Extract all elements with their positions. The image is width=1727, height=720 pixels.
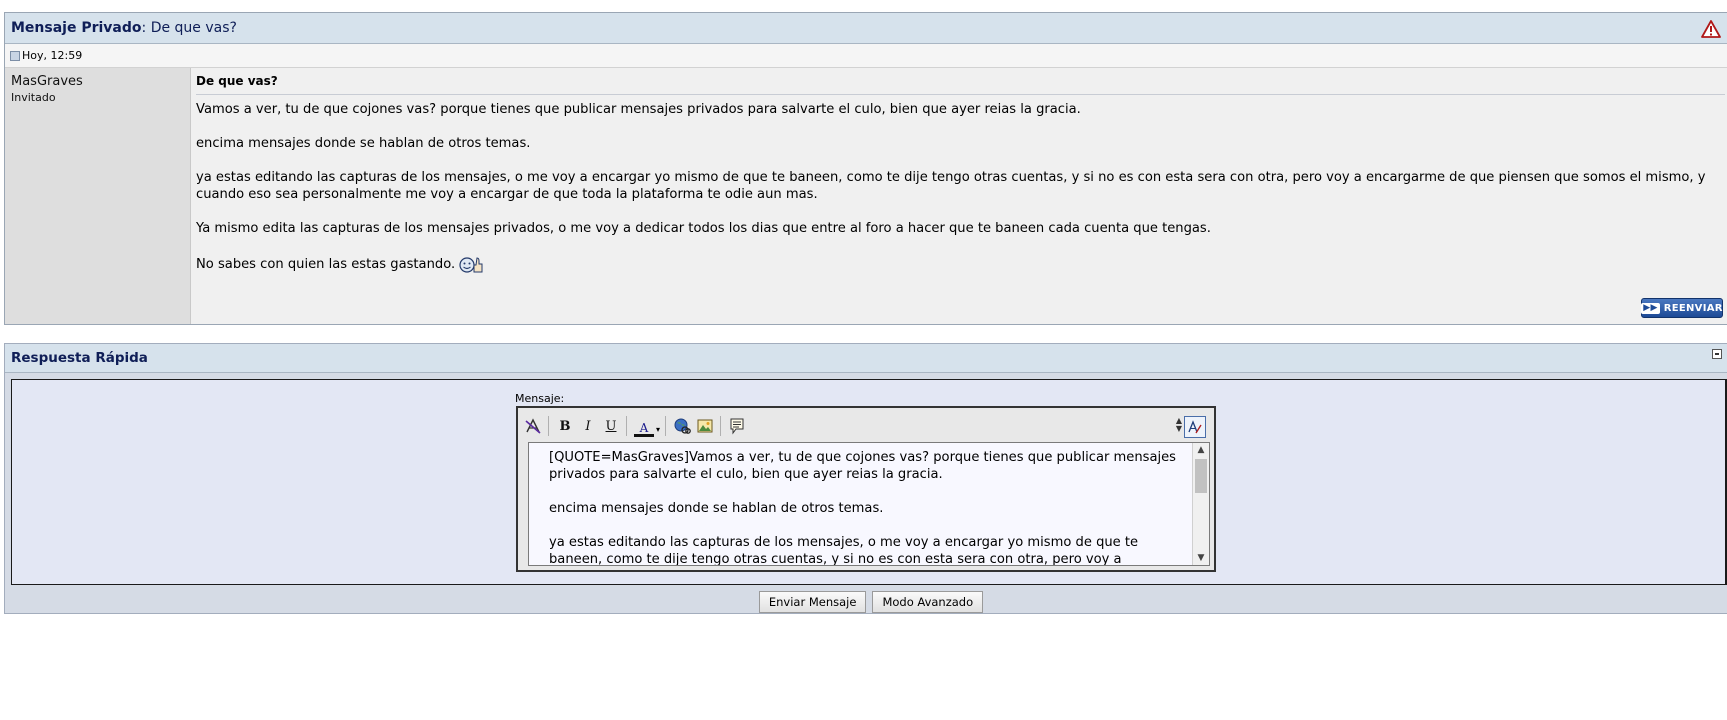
scrollbar-thumb[interactable] xyxy=(1195,459,1207,493)
textarea-scrollbar[interactable]: ▲ ▼ xyxy=(1192,443,1209,565)
textarea-paragraph: ya estas editando las capturas de los me… xyxy=(549,535,1139,566)
pm-subject: De que vas? xyxy=(196,74,1725,95)
pm-header: Mensaje Privado : De que vas? xyxy=(5,13,1727,44)
bold-button[interactable]: B xyxy=(555,416,575,436)
insert-link-icon[interactable] xyxy=(672,416,692,436)
editor-toolbar: B I U A ▾ ▲ ▼ xyxy=(520,410,1212,442)
thumbs-up-smiley-icon xyxy=(459,254,483,273)
private-message-panel: Mensaje Privado : De que vas? Hoy, 12:59… xyxy=(4,12,1727,325)
scroll-up-icon[interactable]: ▲ xyxy=(1193,445,1209,455)
pm-paragraph: Vamos a ver, tu de que cojones vas? porq… xyxy=(196,102,1081,117)
pm-body: MasGraves Invitado De que vas? Vamos a v… xyxy=(5,68,1727,324)
pm-message: Vamos a ver, tu de que cojones vas? porq… xyxy=(196,101,1727,273)
pm-username[interactable]: MasGraves xyxy=(11,74,190,89)
pm-paragraph: encima mensajes donde se hablan de otros… xyxy=(196,136,531,151)
quote-icon[interactable] xyxy=(727,416,747,436)
insert-image-icon[interactable] xyxy=(695,416,715,436)
editor-label: Mensaje: xyxy=(515,392,565,405)
pm-header-label: Mensaje Privado xyxy=(11,20,142,36)
forward-button[interactable]: ▶▶ REENVIAR xyxy=(1641,298,1723,318)
pm-paragraph-text: No sabes con quien las estas gastando. xyxy=(196,257,456,272)
switch-editor-mode-icon[interactable] xyxy=(1184,416,1206,438)
advanced-mode-button[interactable]: Modo Avanzado xyxy=(872,591,984,613)
reply-actions: Enviar Mensaje Modo Avanzado xyxy=(5,591,1727,613)
quick-reply-panel: Respuesta Rápida Mensaje: B I U A ▾ ▲ ▼ … xyxy=(4,343,1727,614)
pm-paragraph: ya estas editando las capturas de los me… xyxy=(196,170,1706,202)
quick-reply-header: Respuesta Rápida xyxy=(5,344,1727,373)
report-warning-icon[interactable] xyxy=(1701,20,1721,38)
chevron-down-icon: ▾ xyxy=(656,425,661,434)
pm-paragraph-last: No sabes con quien las estas gastando. xyxy=(196,254,1723,273)
send-message-button[interactable]: Enviar Mensaje xyxy=(758,591,867,613)
pm-user-info: MasGraves Invitado xyxy=(5,68,191,324)
pm-paragraph: Ya mismo edita las capturas de los mensa… xyxy=(196,221,1211,236)
message-textarea-content: [QUOTE=MasGraves]Vamos a ver, tu de que … xyxy=(529,443,1209,566)
toolbar-separator xyxy=(626,416,627,436)
pm-header-title: De que vas? xyxy=(150,20,237,36)
italic-button[interactable]: I xyxy=(578,416,598,436)
pm-user-role: Invitado xyxy=(11,91,56,104)
pm-content: De que vas? Vamos a ver, tu de que cojon… xyxy=(191,68,1727,324)
pm-header-sep: : xyxy=(141,20,151,36)
remove-format-icon[interactable] xyxy=(523,416,543,436)
textarea-paragraph: encima mensajes donde se hablan de otros… xyxy=(549,501,884,516)
underline-button[interactable]: U xyxy=(601,416,621,436)
font-color-icon: A xyxy=(634,422,654,437)
forward-label: REENVIAR xyxy=(1663,302,1723,314)
resize-editor-icon[interactable]: ▲ ▼ xyxy=(1176,417,1182,433)
message-textarea[interactable]: [QUOTE=MasGraves]Vamos a ver, tu de que … xyxy=(528,442,1210,566)
message-editor: B I U A ▾ ▲ ▼ [QUOTE=MasGraves]Vamos a v… xyxy=(516,406,1216,572)
collapse-icon[interactable] xyxy=(1712,349,1722,359)
toolbar-separator xyxy=(720,416,722,436)
quick-reply-title: Respuesta Rápida xyxy=(11,350,148,366)
pm-date: Hoy, 12:59 xyxy=(22,49,83,62)
post-icon xyxy=(10,50,20,61)
toolbar-separator xyxy=(665,416,667,436)
pm-date-row: Hoy, 12:59 xyxy=(5,44,1727,68)
textarea-paragraph: [QUOTE=MasGraves]Vamos a ver, tu de que … xyxy=(549,450,1176,482)
toolbar-separator xyxy=(548,416,549,436)
font-color-button[interactable]: A ▾ xyxy=(634,415,660,437)
scroll-down-icon[interactable]: ▼ xyxy=(1193,553,1209,563)
forward-arrow-icon: ▶▶ xyxy=(1641,302,1660,314)
